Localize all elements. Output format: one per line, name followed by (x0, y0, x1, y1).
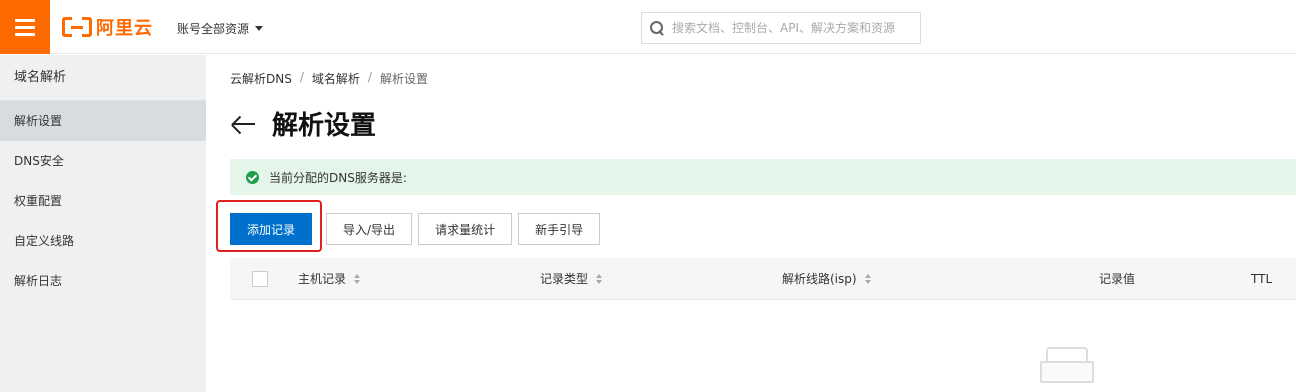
search-icon (650, 21, 664, 35)
records-table-header: 主机记录 记录类型 解析线路(isp) 记录值 TTL (230, 258, 1296, 300)
sidebar-item-weight-config[interactable]: 权重配置 (0, 181, 206, 221)
column-ttl: TTL (1251, 258, 1272, 300)
breadcrumb-item-current: 解析设置 (379, 72, 428, 86)
column-host-record[interactable]: 主机记录 (298, 258, 361, 300)
global-search[interactable] (641, 12, 921, 44)
sidebar-item-dns-security[interactable]: DNS安全 (0, 141, 206, 181)
column-label: TTL (1251, 272, 1273, 286)
caret-down-icon (255, 26, 264, 31)
sidebar-item-dns-logs[interactable]: 解析日志 (0, 261, 206, 301)
sort-icon[interactable] (864, 274, 871, 284)
breadcrumb-separator: / (367, 70, 372, 84)
breadcrumb: 云解析DNS / 域名解析 / 解析设置 (230, 70, 428, 87)
account-resources-dropdown[interactable]: 账号全部资源 (177, 20, 264, 37)
page-title: 解析设置 (272, 111, 377, 141)
breadcrumb-separator: / (299, 70, 304, 84)
dns-server-notice: 当前分配的DNS服务器是: (230, 159, 1296, 195)
sidebar-title: 域名解析 (0, 55, 206, 101)
account-label: 账号全部资源 (177, 22, 250, 36)
top-bar: 阿里云 账号全部资源 (0, 0, 1296, 54)
success-check-icon (246, 170, 259, 184)
request-stats-button[interactable]: 请求量统计 (418, 213, 513, 245)
breadcrumb-item-cloud-dns[interactable]: 云解析DNS (230, 70, 292, 87)
sidebar: 域名解析 解析设置 DNS安全 权重配置 自定义线路 解析日志 (0, 55, 206, 392)
back-arrow-icon[interactable] (230, 111, 256, 137)
annotation-highlight-box (216, 200, 322, 252)
column-label: 主机记录 (298, 272, 347, 286)
select-all-checkbox[interactable] (252, 271, 268, 287)
search-input[interactable] (672, 21, 912, 35)
beginner-guide-button[interactable]: 新手引导 (518, 213, 601, 245)
sidebar-item-custom-lines[interactable]: 自定义线路 (0, 221, 206, 261)
sidebar-item-dns-settings[interactable]: 解析设置 (0, 101, 206, 141)
import-export-button[interactable]: 导入/导出 (326, 213, 413, 245)
aliyun-logo[interactable]: 阿里云 (62, 14, 153, 40)
sort-icon[interactable] (354, 274, 361, 284)
notice-text: 当前分配的DNS服务器是: (269, 170, 407, 185)
breadcrumb-item-domain-dns[interactable]: 域名解析 (312, 70, 360, 87)
column-record-value: 记录值 (1099, 258, 1135, 300)
column-label: 记录值 (1099, 272, 1136, 286)
empty-inbox-icon (1040, 347, 1094, 383)
page-header: 解析设置 (230, 105, 376, 142)
logo-icon (62, 17, 92, 37)
column-record-type[interactable]: 记录类型 (540, 258, 603, 300)
sort-icon[interactable] (596, 274, 603, 284)
column-label: 记录类型 (540, 272, 589, 286)
logo-text: 阿里云 (96, 18, 153, 39)
column-resolution-line[interactable]: 解析线路(isp) (782, 258, 871, 300)
column-label: 解析线路(isp) (782, 272, 857, 286)
menu-icon[interactable] (0, 0, 50, 54)
main-content: 云解析DNS / 域名解析 / 解析设置 解析设置 当前分配的DNS服务器是: … (230, 55, 1296, 392)
